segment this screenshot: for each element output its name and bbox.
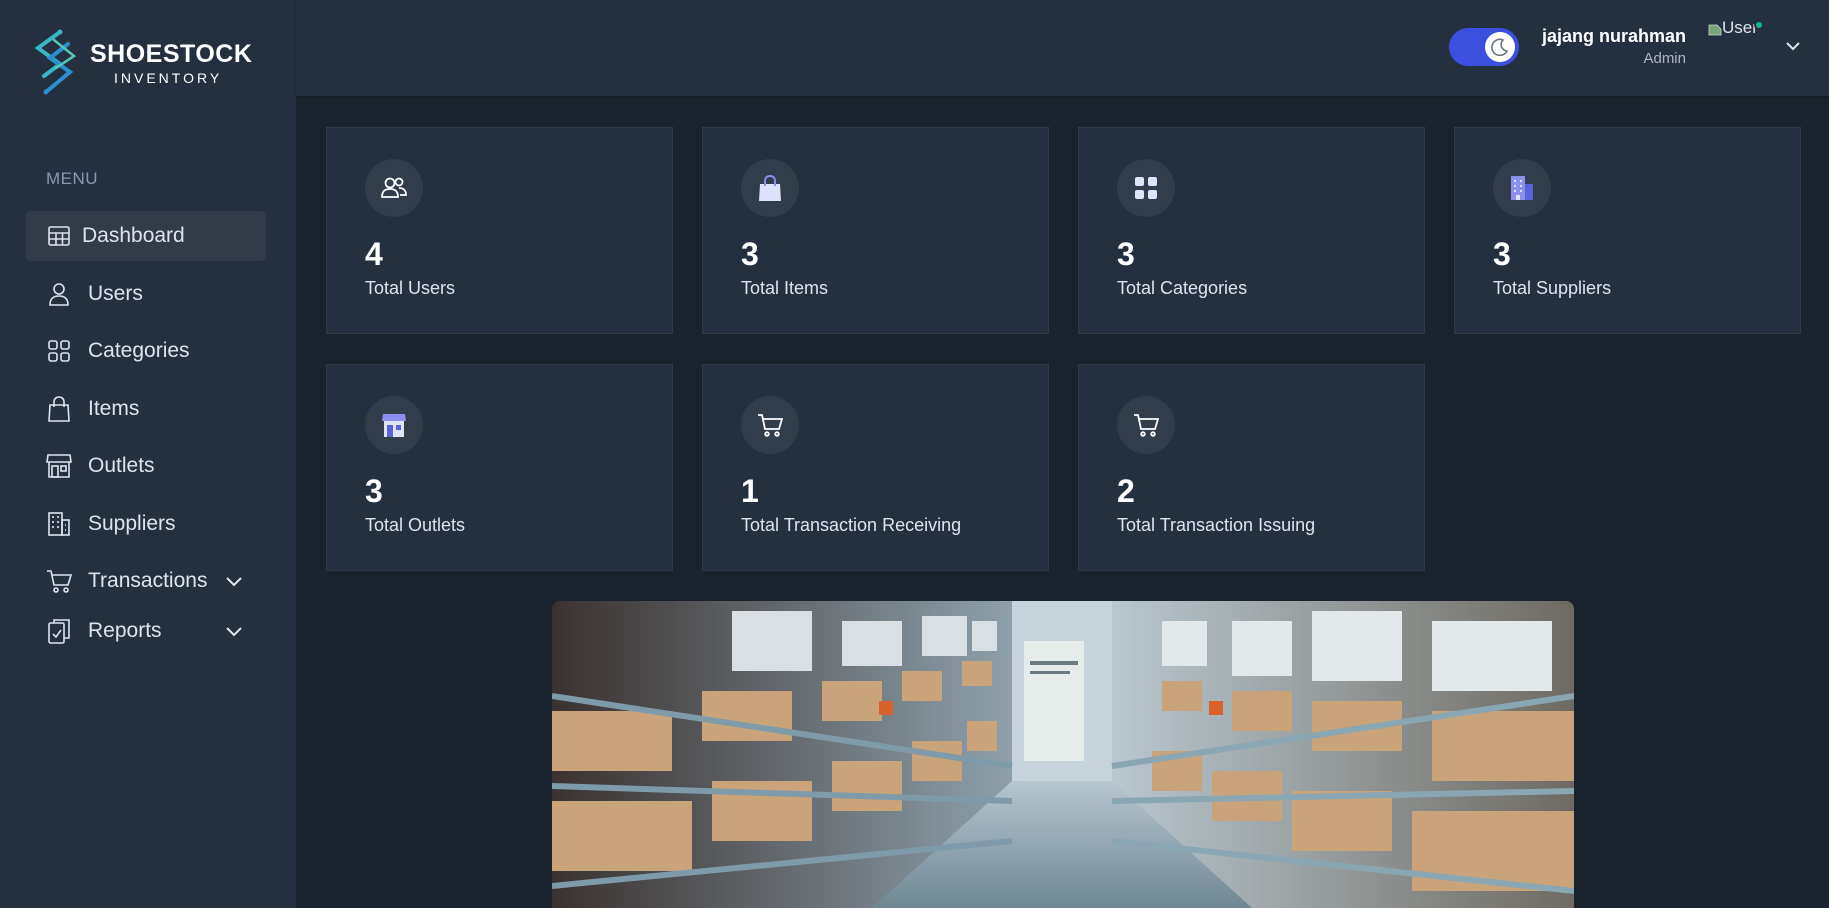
cart-icon — [46, 568, 72, 594]
stat-card-suppliers: 3 Total Suppliers — [1454, 127, 1801, 334]
stat-value: 3 — [741, 236, 759, 272]
stat-card-items: 3 Total Items — [702, 127, 1049, 334]
categories-grid-icon — [46, 338, 72, 364]
sidebar-item-label: Outlets — [88, 454, 155, 477]
stat-value: 3 — [365, 473, 383, 509]
brand-subtitle: INVENTORY — [114, 69, 223, 86]
stat-value: 2 — [1117, 473, 1135, 509]
chevron-down-icon[interactable] — [224, 621, 244, 641]
stat-card-transaction-receiving: 1 Total Transaction Receiving — [702, 364, 1049, 571]
sidebar-item-label: Reports — [88, 619, 162, 642]
stat-value: 4 — [365, 236, 383, 272]
building-icon — [1493, 159, 1551, 217]
menu-label: MENU — [46, 169, 99, 188]
stat-label: Total Users — [365, 278, 456, 298]
store-icon — [365, 396, 423, 454]
grid-icon — [1117, 159, 1175, 217]
stat-label: Total Outlets — [365, 515, 466, 535]
sidebar-item-label: Users — [88, 281, 143, 305]
clipboard-icon — [46, 618, 72, 644]
top-header — [296, 0, 1829, 96]
sidebar-item-categories[interactable]: Categories — [26, 326, 266, 376]
stat-value: 3 — [1117, 236, 1135, 272]
sidebar-item-label: Items — [88, 396, 140, 420]
shopping-bag-icon — [46, 395, 72, 422]
shopping-bag-icon — [741, 159, 799, 217]
stat-card-outlets: 3 Total Outlets — [326, 364, 673, 571]
sidebar-item-suppliers[interactable]: Suppliers — [26, 499, 266, 549]
user-name[interactable]: jajang nurahman — [1542, 26, 1686, 47]
sidebar-item-label: Categories — [88, 339, 190, 362]
sidebar-item-label: Dashboard — [82, 224, 185, 247]
brand-title: SHOESTOCK — [90, 39, 253, 68]
user-role: Admin — [1643, 50, 1686, 67]
sidebar-item-users[interactable]: Users — [26, 269, 266, 319]
sidebar-item-dashboard[interactable]: Dashboard — [26, 211, 266, 261]
building-icon — [46, 511, 72, 537]
stat-value: 1 — [741, 473, 759, 509]
sidebar-nav: Dashboard Users Categories Items Outlets… — [26, 211, 266, 664]
sidebar-item-label: Suppliers — [88, 511, 176, 535]
table-grid-icon — [46, 223, 72, 249]
broken-image-icon — [1708, 24, 1722, 36]
stat-label: Total Suppliers — [1493, 278, 1612, 298]
store-icon — [46, 453, 72, 479]
online-status-dot — [1754, 20, 1764, 30]
brand-logo[interactable]: SHOESTOCK INVENTORY — [30, 28, 252, 98]
cart-icon — [1117, 396, 1175, 454]
chevron-down-icon[interactable] — [224, 571, 244, 591]
sidebar-item-reports[interactable]: Reports — [26, 606, 266, 656]
stat-value: 3 — [1493, 236, 1511, 272]
warehouse-banner-image — [552, 601, 1574, 908]
sidebar-item-items[interactable]: Items — [26, 384, 266, 434]
sidebar-item-transactions[interactable]: Transactions — [26, 556, 266, 606]
sidebar-item-outlets[interactable]: Outlets — [26, 441, 266, 491]
user-icon — [46, 281, 72, 307]
cart-icon — [741, 396, 799, 454]
logo-mark-icon — [34, 29, 77, 95]
stat-card-users: 4 Total Users — [326, 127, 673, 334]
dark-mode-toggle[interactable] — [1449, 28, 1519, 66]
stat-label: Total Categories — [1117, 278, 1248, 298]
moon-icon — [1485, 32, 1515, 62]
sidebar-item-label: Transactions — [88, 569, 208, 592]
sidebar: SHOESTOCK INVENTORY MENU Dashboard Users… — [0, 0, 296, 908]
stat-card-transaction-issuing: 2 Total Transaction Issuing — [1078, 364, 1425, 571]
avatar-alt-text: User — [1722, 18, 1758, 37]
stat-label: Total Transaction Issuing — [1117, 515, 1316, 535]
chevron-down-icon[interactable] — [1783, 36, 1803, 56]
stat-card-categories: 3 Total Categories — [1078, 127, 1425, 334]
stat-label: Total Items — [741, 278, 829, 298]
stat-label: Total Transaction Receiving — [741, 515, 962, 535]
users-icon — [365, 159, 423, 217]
